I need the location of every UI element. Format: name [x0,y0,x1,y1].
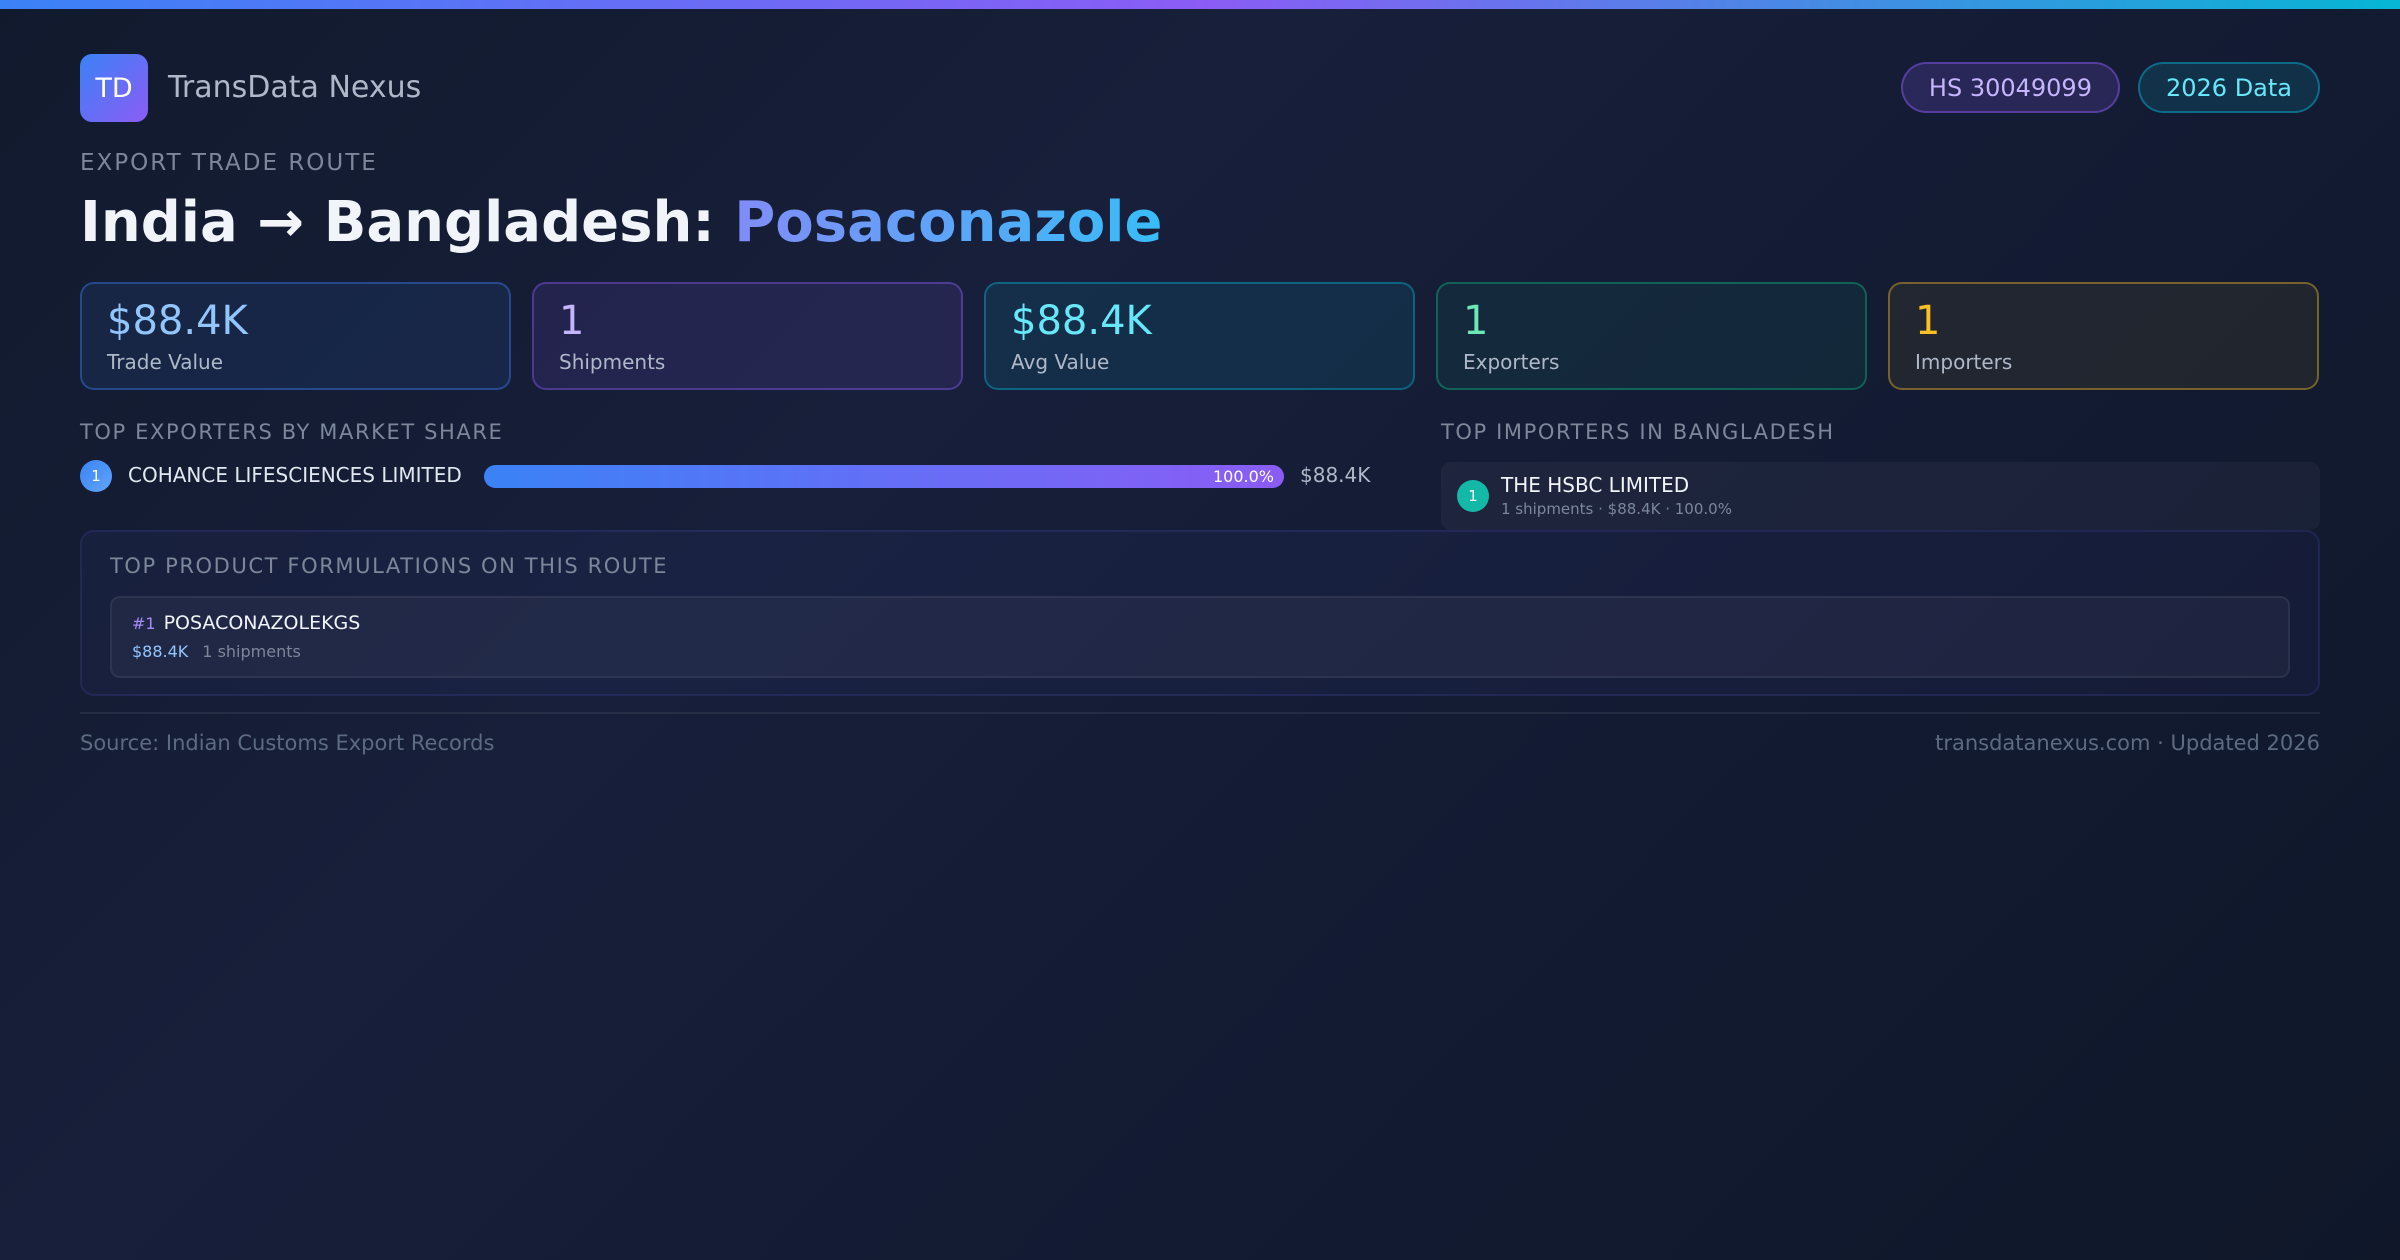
stat-value: $88.4K [1011,298,1152,344]
top-importers-section: TOP IMPORTERS IN BANGLADESH 1 THE HSBC L… [1441,420,2320,530]
product-name: Posaconazole [734,190,1163,255]
hs-code-badge: HS 30049099 [1900,62,2120,113]
formulations-panel: TOP PRODUCT FORMULATIONS ON THIS ROUTE #… [80,530,2320,696]
top-exporters-section: TOP EXPORTERS BY MARKET SHARE 1 COHANCE … [80,420,1370,492]
stat-value: 1 [1915,298,1941,344]
market-columns: TOP EXPORTERS BY MARKET SHARE 1 COHANCE … [80,420,2320,530]
section-title: TOP EXPORTERS BY MARKET SHARE [80,420,504,444]
source-note: Source: Indian Customs Export Records [80,731,495,755]
eyebrow-label: EXPORT TRADE ROUTE [80,150,378,176]
logo: TD [80,54,148,122]
formulation-value: $88.4K [132,642,189,661]
formulation-item[interactable]: #1 POSACONAZOLEKGS $88.4K 1 shipments [110,596,2290,678]
formulation-header: #1 POSACONAZOLEKGS [132,612,2268,638]
share-bar-fill: 100.0% [484,465,1284,488]
stat-label: Avg Value [1011,350,1110,374]
formulation-shipments: 1 shipments [202,642,301,661]
brand-name[interactable]: TransData Nexus [168,70,421,105]
stat-label: Importers [1915,350,2013,374]
formulation-rank: #1 [132,614,156,633]
exporter-row[interactable]: 1 COHANCE LIFESCIENCES LIMITED 100.0% $8… [80,460,1370,492]
rank-badge: 1 [80,460,112,492]
exporter-value: $88.4K [1300,463,1371,487]
badge-group: HS 30049099 2026 Data [1900,62,2320,113]
stat-label: Shipments [559,350,666,374]
stat-card-shipments: 1 Shipments [532,282,963,390]
share-bar-track: 100.0% [484,465,1284,488]
stat-cards: $88.4K Trade Value 1 Shipments $88.4K Av… [80,282,2320,390]
top-accent-bar [0,0,2400,9]
site-note[interactable]: transdatanexus.com · Updated 2026 [1935,731,2320,755]
footer: Source: Indian Customs Export Records tr… [80,731,2320,761]
importer-card[interactable]: 1 THE HSBC LIMITED 1 shipments · $88.4K … [1441,462,2320,530]
page: TD TransData Nexus HS 30049099 2026 Data… [80,54,2320,761]
stat-value: 1 [559,298,585,344]
stat-label: Exporters [1463,350,1560,374]
stat-value: 1 [1463,298,1489,344]
share-percent: 100.0% [1212,467,1274,486]
stat-card-exporters: 1 Exporters [1436,282,1867,390]
importer-meta: 1 shipments · $88.4K · 100.0% [1501,500,1732,518]
stat-card-importers: 1 Importers [1888,282,2319,390]
stat-card-trade-value: $88.4K Trade Value [80,282,511,390]
formulation-name: POSACONAZOLEKGS [163,612,361,634]
route-text: India → Bangladesh: [80,190,735,255]
formulation-meta: $88.4K 1 shipments [132,642,2268,661]
stat-card-avg-value: $88.4K Avg Value [984,282,1415,390]
stat-value: $88.4K [107,298,248,344]
page-title: India → Bangladesh: Posaconazole [80,190,2320,260]
exporter-name[interactable]: COHANCE LIFESCIENCES LIMITED [128,463,462,487]
footer-divider [80,712,2320,714]
stat-label: Trade Value [107,350,224,374]
section-title: TOP PRODUCT FORMULATIONS ON THIS ROUTE [110,554,669,578]
year-badge: 2026 Data [2137,62,2320,113]
importer-name[interactable]: THE HSBC LIMITED [1501,473,1689,497]
header: TD TransData Nexus HS 30049099 2026 Data [80,54,2320,122]
section-title: TOP IMPORTERS IN BANGLADESH [1441,420,1835,444]
rank-badge: 1 [1457,480,1489,512]
